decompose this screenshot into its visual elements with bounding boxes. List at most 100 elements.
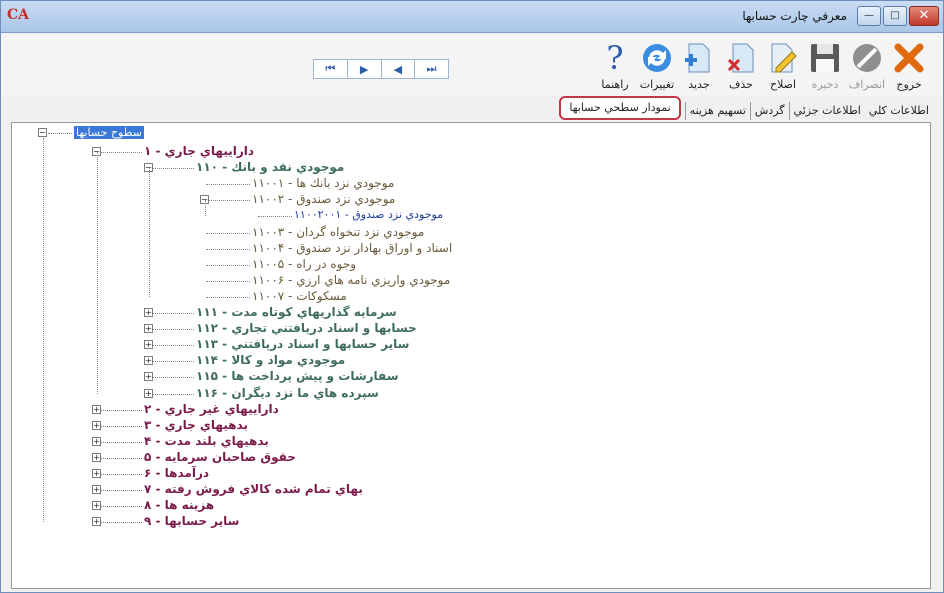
tree-node[interactable]: موجودي نزد صندوق - ۱۱۰۰۲۰۰۱	[294, 208, 443, 221]
edit-label: اصلاح	[769, 78, 797, 91]
tree-node[interactable]: موجودي مواد و كالا - ۱۱۴	[196, 353, 345, 367]
tree-node[interactable]: موجودي نزد تنخواه گردان - ۱۱۰۰۳	[252, 225, 424, 239]
tree-connector	[206, 296, 250, 298]
tab-account-levels-chart[interactable]: نمودار سطحي حسابها	[559, 96, 681, 120]
cancel-label: انصراف	[848, 78, 886, 91]
collapse-toggle-root[interactable]: −	[38, 128, 47, 137]
tree-node[interactable]: موجودي واريزي نامه هاي ارزي - ۱۱۰۰۶	[252, 273, 450, 287]
close-button[interactable]: ✕	[909, 6, 939, 26]
tree-node[interactable]: هزينه ها - ۸	[144, 498, 214, 512]
expand-toggle[interactable]: +	[92, 517, 101, 527]
next-icon: ▶	[359, 62, 369, 76]
minimize-icon: —	[864, 10, 874, 21]
exit-icon	[889, 38, 929, 78]
expand-toggle[interactable]: +	[92, 420, 101, 430]
expand-toggle[interactable]: +	[92, 452, 101, 462]
expand-toggle[interactable]: +	[92, 404, 101, 414]
tree-connector	[150, 377, 194, 379]
expand-toggle[interactable]: +	[144, 388, 153, 398]
tree-connector	[98, 457, 142, 459]
delete-button[interactable]: حذف	[721, 38, 761, 96]
pencil-icon	[763, 38, 803, 78]
tree-node[interactable]: وجوه در راه - ۱۱۰۰۵	[252, 257, 356, 271]
app-logo: CA	[7, 7, 30, 23]
expand-toggle[interactable]: +	[92, 469, 101, 478]
tree-connector	[98, 152, 142, 153]
tree-connector	[150, 168, 194, 170]
tree-connector	[206, 184, 250, 186]
tree-node[interactable]: ساير حسابها و اسناد دريافتني - ۱۱۳	[196, 337, 409, 351]
new-label: جديد	[688, 78, 710, 91]
tree-guide-line	[43, 138, 44, 523]
maximize-button[interactable]: □	[883, 6, 907, 26]
save-button[interactable]: ذخيره	[805, 38, 845, 96]
tree-node[interactable]: درآمدها - ۶	[144, 466, 209, 480]
tree-node[interactable]: سپرده هاي ما نزد ديگران - ۱۱۶	[196, 386, 379, 400]
next-record-button[interactable]: ▶	[348, 60, 382, 78]
prev-record-button[interactable]: ◀	[382, 60, 416, 78]
tree-node[interactable]: موجودي نزد بانك ها - ۱۱۰۰۱	[252, 176, 394, 190]
help-button[interactable]: ? راهنما	[595, 38, 635, 96]
tree-connector	[98, 522, 142, 524]
tree-connector	[98, 441, 142, 443]
help-label: راهنما	[601, 78, 629, 91]
tree-connector	[98, 474, 142, 475]
tree-node[interactable]: موجودي نقد و بانك - ۱۱۰	[196, 160, 344, 174]
tree-connector	[150, 361, 194, 363]
expand-toggle[interactable]: +	[92, 501, 101, 511]
new-button[interactable]: جديد	[679, 38, 719, 96]
expand-toggle[interactable]: +	[144, 324, 153, 334]
save-label: ذخيره	[811, 78, 839, 91]
expand-toggle[interactable]: +	[144, 308, 153, 317]
tree-node[interactable]: سفارشات و پيش پرداخت ها - ۱۱۵	[196, 369, 399, 383]
cancel-icon	[847, 38, 887, 78]
prev-icon: ◀	[393, 62, 403, 76]
maximize-icon: □	[890, 10, 900, 21]
minimize-button[interactable]: —	[857, 6, 881, 26]
expand-toggle[interactable]: +	[144, 340, 153, 350]
tree-node[interactable]: داراييهاي غير جاري - ۲	[144, 402, 279, 416]
cancel-button[interactable]: انصراف	[847, 38, 887, 96]
first-record-button[interactable]: ⏮	[314, 60, 348, 78]
tree-connector	[150, 313, 194, 314]
first-icon: ⏮	[325, 62, 336, 75]
tree-node[interactable]: بدهيهاي بلند مدت - ۴	[144, 434, 269, 448]
last-record-button[interactable]: ⏭	[415, 60, 448, 78]
application-window: CA معرفي چارت حسابها — □ ✕ ⏮ ▶ ◀ ⏭ ? راه…	[0, 0, 944, 593]
expand-toggle[interactable]: +	[144, 356, 153, 366]
toolbar: ⏮ ▶ ◀ ⏭ ? راهنما تغييرات جديد حذف اصلاح …	[1, 34, 943, 96]
changes-button[interactable]: تغييرات	[637, 38, 677, 96]
tree-connector	[98, 409, 142, 411]
tree-node[interactable]: بهاي تمام شده كالاي فروش رفته - ۷	[144, 482, 363, 496]
tree-node[interactable]: داراييهاي جاري - ۱	[144, 144, 254, 158]
svg-text:?: ?	[606, 41, 623, 75]
tree-node[interactable]: مسكوكات - ۱۱۰۰۷	[252, 289, 347, 303]
expand-toggle[interactable]: +	[144, 372, 153, 382]
tree-root-node[interactable]: سطوح حسابها	[74, 126, 144, 139]
tree-node[interactable]: حسابها و اسناد دريافتني تجاري - ۱۱۲	[196, 321, 417, 335]
tree-node[interactable]: سرمايه گذاريهاي كوتاه مدت - ۱۱۱	[196, 305, 397, 319]
tree-node[interactable]: ساير حسابها - ۹	[144, 514, 239, 528]
tree-connector	[206, 232, 250, 234]
tree-node[interactable]: موجودي نزد صندوق - ۱۱۰۰۲	[252, 192, 395, 206]
expand-toggle[interactable]: +	[92, 485, 101, 495]
edit-button[interactable]: اصلاح	[763, 38, 803, 96]
tab-cost-allocation[interactable]: تسهيم هزينه	[684, 102, 750, 120]
title-bar: CA معرفي چارت حسابها — □ ✕	[1, 1, 943, 33]
exit-button[interactable]: خروج	[889, 38, 929, 96]
tab-turnover[interactable]: گردش	[749, 102, 789, 120]
tree-connector	[258, 216, 292, 218]
tree-node[interactable]: حقوق صاحبان سرمايه - ۵	[144, 450, 296, 464]
tab-general-info[interactable]: اطلاعات كلي	[865, 102, 933, 120]
tree-node[interactable]: بدهيهاي جاري - ۳	[144, 418, 248, 432]
last-icon: ⏭	[426, 62, 437, 75]
tab-detail-info[interactable]: اطلاعات جزئي	[788, 102, 865, 120]
expand-toggle[interactable]: +	[92, 436, 101, 446]
tree-connector	[150, 345, 194, 347]
tree-node[interactable]: اسناد و اوراق بهادار نزد صندوق - ۱۱۰۰۴	[252, 241, 452, 255]
delete-label: حذف	[729, 78, 753, 91]
new-document-icon	[679, 38, 719, 78]
tree-connector	[150, 329, 194, 331]
exit-label: خروج	[896, 78, 922, 91]
close-icon: ✕	[918, 8, 930, 23]
